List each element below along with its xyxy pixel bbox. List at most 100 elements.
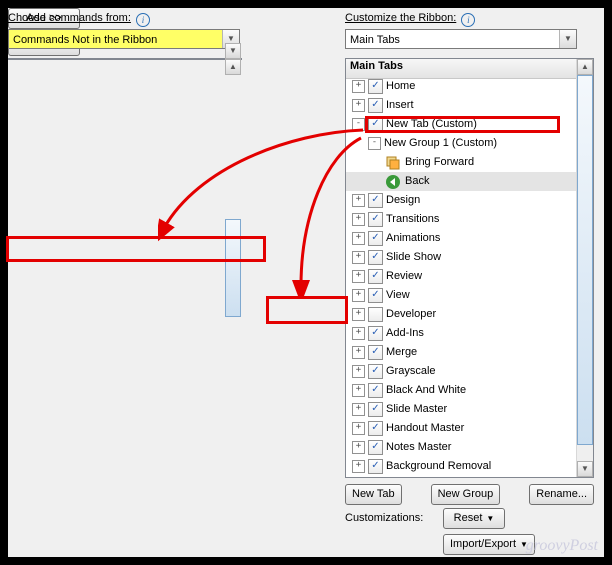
tree-node[interactable]: +✓Notes Master	[346, 438, 577, 457]
tree-node[interactable]: + Developer	[346, 305, 577, 324]
rename-button[interactable]: Rename...	[529, 484, 594, 505]
tree-node[interactable]: Bring Forward	[346, 153, 577, 172]
tree-expander[interactable]: +	[352, 384, 365, 397]
tree-node[interactable]: +✓Home	[346, 77, 577, 96]
annotation-box	[266, 296, 348, 324]
tree-checkbox[interactable]: ✓	[368, 250, 383, 265]
tree-expander[interactable]: +	[352, 213, 365, 226]
import-export-button[interactable]: Import/Export▼	[443, 534, 535, 555]
tree-node[interactable]: +✓Merge	[346, 343, 577, 362]
tree-label: Animations	[386, 229, 440, 248]
tree-label: Design	[386, 191, 420, 210]
tree-label: New Tab (Custom)	[386, 115, 477, 134]
tree-node[interactable]: -New Group 1 (Custom)	[346, 134, 577, 153]
tree-node[interactable]: +✓Design	[346, 191, 577, 210]
tree-expander[interactable]: +	[352, 308, 365, 321]
tree-expander[interactable]: +	[352, 327, 365, 340]
tree-expander[interactable]: +	[352, 270, 365, 283]
tree-expander[interactable]: -	[352, 118, 365, 131]
tree-label: Home (Master Views)	[386, 476, 492, 477]
tree-checkbox[interactable]: ✓	[368, 440, 383, 455]
tree-checkbox[interactable]	[368, 307, 383, 322]
tree-header: Main Tabs	[346, 59, 593, 79]
tree-node[interactable]: +✓Transitions	[346, 210, 577, 229]
tree-checkbox[interactable]: ✓	[368, 402, 383, 417]
customize-ribbon-dropdown[interactable]: Main Tabs ▼	[345, 29, 577, 49]
scroll-down-button[interactable]: ▼	[577, 461, 593, 477]
tree-node[interactable]: +✓Black And White	[346, 381, 577, 400]
tree-checkbox[interactable]: ✓	[368, 345, 383, 360]
tree-label: New Group 1 (Custom)	[384, 134, 497, 153]
tree-node[interactable]: +✓Handout Master	[346, 419, 577, 438]
scroll-thumb[interactable]	[225, 219, 241, 317]
tree-node[interactable]: -✓New Tab (Custom)	[346, 115, 577, 134]
tree-expander[interactable]: +	[352, 289, 365, 302]
tree-label: Add-Ins	[386, 324, 424, 343]
tree-node[interactable]: +✓Slide Master	[346, 400, 577, 419]
reset-button[interactable]: Reset▼	[443, 508, 505, 529]
tree-node[interactable]: +✓View	[346, 286, 577, 305]
tree-label: Slide Show	[386, 248, 441, 267]
scroll-up-button[interactable]: ▲	[225, 59, 241, 75]
tree-expander[interactable]: +	[352, 403, 365, 416]
tree-expander[interactable]: +	[352, 346, 365, 359]
tree-label: Transitions	[386, 210, 439, 229]
tree-node[interactable]: +✓Background Removal	[346, 457, 577, 476]
tree-node[interactable]: +✓Slide Show	[346, 248, 577, 267]
tree-node[interactable]: Back	[346, 172, 577, 191]
tree-checkbox[interactable]: ✓	[368, 288, 383, 303]
choose-commands-dropdown[interactable]: Commands Not in the Ribbon ▼	[8, 29, 240, 49]
tree-label: Bring Forward	[405, 153, 474, 172]
tree-label: Merge	[386, 343, 417, 362]
tree-expander[interactable]: -	[368, 137, 381, 150]
ribbon-tree[interactable]: Main Tabs +✓Home+✓Insert-✓New Tab (Custo…	[345, 58, 594, 478]
scrollbar[interactable]: ▲ ▼	[576, 59, 593, 477]
tree-expander[interactable]: +	[352, 194, 365, 207]
scroll-thumb[interactable]	[577, 75, 593, 445]
customize-ribbon-value: Main Tabs	[346, 30, 576, 50]
bring-forward-icon	[384, 154, 402, 172]
tree-node[interactable]: +✓Animations	[346, 229, 577, 248]
choose-commands-value: Commands Not in the Ribbon	[9, 30, 239, 50]
tree-expander[interactable]: +	[352, 251, 365, 264]
tree-expander[interactable]: +	[352, 460, 365, 473]
scroll-up-button[interactable]: ▲	[577, 59, 593, 75]
commands-listbox[interactable]: Right ArrowRight BraceRotate Left 90°Rot…	[8, 58, 242, 60]
tree-label: Slide Master	[386, 400, 447, 419]
tree-checkbox[interactable]: ✓	[368, 364, 383, 379]
tree-label: View	[386, 286, 410, 305]
tree-checkbox[interactable]: ✓	[368, 459, 383, 474]
tree-node[interactable]: +✓Home (Master Views)	[346, 476, 577, 477]
tree-expander[interactable]: +	[352, 441, 365, 454]
tree-checkbox[interactable]: ✓	[368, 117, 383, 132]
tree-node[interactable]: +✓Grayscale	[346, 362, 577, 381]
info-icon[interactable]: i	[461, 13, 475, 27]
tree-checkbox[interactable]: ✓	[368, 98, 383, 113]
tree-node[interactable]: +✓Insert	[346, 96, 577, 115]
tree-label: Insert	[386, 96, 414, 115]
tree-checkbox[interactable]: ✓	[368, 269, 383, 284]
choose-commands-label: Choose commands from: i	[8, 12, 263, 27]
tree-node[interactable]: +✓Add-Ins	[346, 324, 577, 343]
tree-node[interactable]: +✓Review	[346, 267, 577, 286]
tree-checkbox[interactable]: ✓	[368, 212, 383, 227]
tree-expander[interactable]: +	[352, 80, 365, 93]
scroll-down-button[interactable]: ▼	[225, 43, 241, 59]
new-group-button[interactable]: New Group	[431, 484, 501, 505]
customize-ribbon-label: Customize the Ribbon: i	[345, 12, 594, 27]
new-tab-button[interactable]: New Tab	[345, 484, 402, 505]
tree-checkbox[interactable]: ✓	[368, 326, 383, 341]
chevron-down-icon[interactable]: ▼	[559, 30, 576, 48]
tree-checkbox[interactable]: ✓	[368, 231, 383, 246]
tree-expander[interactable]: +	[352, 422, 365, 435]
tree-checkbox[interactable]: ✓	[368, 383, 383, 398]
tree-expander[interactable]: +	[352, 365, 365, 378]
tree-expander[interactable]: +	[352, 232, 365, 245]
tree-checkbox[interactable]: ✓	[368, 421, 383, 436]
tree-label: Black And White	[386, 381, 466, 400]
tree-checkbox[interactable]: ✓	[368, 193, 383, 208]
info-icon[interactable]: i	[136, 13, 150, 27]
tree-checkbox[interactable]: ✓	[368, 79, 383, 94]
tree-expander[interactable]: +	[352, 99, 365, 112]
tree-label: Developer	[386, 305, 436, 324]
